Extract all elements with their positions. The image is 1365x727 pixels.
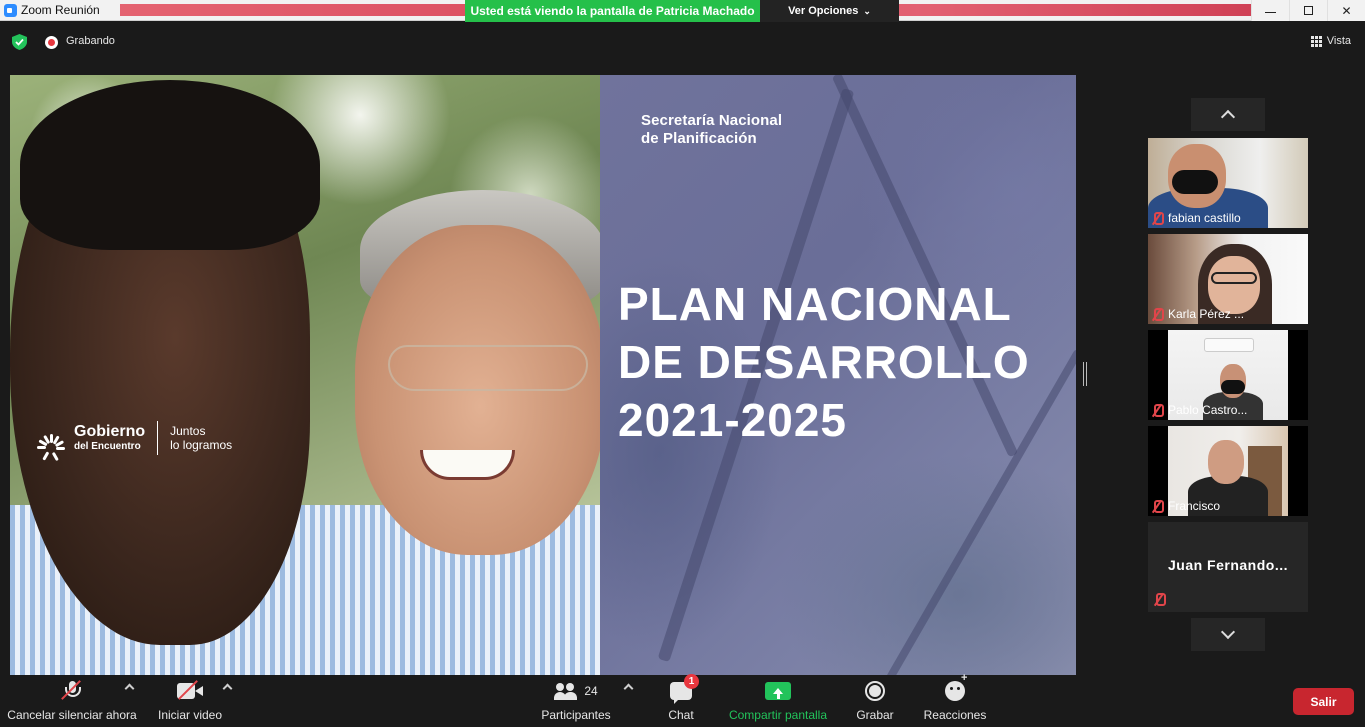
- recording-label: Grabando: [66, 35, 115, 47]
- logo-sub-text: del Encuentro: [74, 441, 141, 452]
- chevron-up-icon: [1220, 109, 1236, 125]
- participant-name: Pablo Castro...: [1168, 403, 1248, 417]
- mic-muted-icon: [1152, 499, 1164, 513]
- slide-title-line-1: PLAN NACIONAL: [618, 278, 1012, 330]
- slide-title-line-2: DE DESARROLLO: [618, 336, 1030, 388]
- logo-tagline-2: lo logramos: [170, 438, 233, 452]
- mic-muted-icon: [1154, 593, 1166, 606]
- mic-muted-icon: [1152, 307, 1164, 321]
- slide-photo: Gobierno del Encuentro Juntos lo logramo…: [10, 75, 605, 675]
- view-button[interactable]: Vista: [1310, 35, 1351, 47]
- zoom-app-icon: [4, 4, 17, 17]
- logo-divider: [157, 421, 159, 455]
- close-button[interactable]: ✕: [1327, 0, 1365, 21]
- smile: [420, 450, 515, 480]
- gobierno-logo: Gobierno del Encuentro Juntos lo logramo…: [36, 418, 233, 462]
- minimize-button[interactable]: [1251, 0, 1289, 21]
- participants-icon: [554, 682, 578, 700]
- restore-button[interactable]: [1289, 0, 1327, 21]
- zoom-meeting-window: Zoom Reunión ✕ Usted está viendo la pant…: [0, 0, 1365, 727]
- slide-title: PLAN NACIONAL DE DESARROLLO 2021-2025: [618, 275, 1030, 449]
- scroll-up-button[interactable]: [1191, 98, 1265, 131]
- minimize-icon: [1265, 12, 1276, 13]
- young-man-hair: [20, 80, 320, 250]
- logo-main-text: Gobierno: [74, 423, 146, 440]
- share-screen-button[interactable]: Compartir pantalla: [724, 676, 832, 727]
- record-label: Grabar: [856, 708, 894, 722]
- chat-unread-badge: 1: [684, 674, 699, 689]
- record-button[interactable]: Grabar: [850, 676, 900, 727]
- participants-options-caret-icon[interactable]: [623, 683, 634, 694]
- participant-tile[interactable]: Francisco: [1148, 426, 1308, 516]
- participants-count: 24: [584, 684, 598, 698]
- participant-name: Karla Pérez ...: [1168, 307, 1245, 321]
- scroll-down-button[interactable]: [1191, 618, 1265, 651]
- window-controls: ✕: [1251, 0, 1365, 21]
- close-icon: ✕: [1341, 3, 1352, 18]
- grid-view-icon: [1310, 35, 1322, 47]
- meeting-toolbar: Cancelar silenciar ahora Iniciar video 2…: [0, 672, 1365, 727]
- participant-name: Juan Fernando...: [1167, 557, 1288, 573]
- shared-screen: Gobierno del Encuentro Juntos lo logramo…: [10, 75, 1076, 675]
- participant-tile[interactable]: Karla Pérez ...: [1148, 234, 1308, 324]
- mic-muted-icon: [1152, 403, 1164, 417]
- leave-meeting-button[interactable]: Salir: [1293, 688, 1354, 715]
- participant-name: fabian castillo: [1168, 211, 1241, 225]
- participants-button[interactable]: 24 Participantes: [538, 676, 614, 727]
- reactions-label: Reacciones: [923, 708, 987, 722]
- chevron-down-icon: [1220, 624, 1236, 640]
- window-title: Zoom Reunión: [21, 3, 100, 17]
- record-icon: [865, 681, 885, 701]
- participant-tile[interactable]: Juan Fernando...: [1148, 522, 1308, 612]
- view-options-label: Ver Opciones: [788, 5, 859, 17]
- organization-line-1: Secretaría Nacional: [641, 112, 783, 129]
- glasses: [388, 345, 588, 391]
- participant-tile[interactable]: Pablo Castro...: [1148, 330, 1308, 420]
- participant-name: Francisco: [1168, 499, 1221, 513]
- view-label: Vista: [1326, 35, 1351, 47]
- mic-muted-icon: [1152, 211, 1164, 225]
- share-screen-icon: [765, 682, 791, 700]
- logo-tagline-1: Juntos: [170, 423, 206, 438]
- smiley-plus-icon: [945, 672, 967, 701]
- start-video-label: Iniciar video: [157, 708, 223, 722]
- unmute-label: Cancelar silenciar ahora: [7, 708, 137, 722]
- slide-title-line-3: 2021-2025: [618, 394, 847, 446]
- chevron-down-icon: ⌄: [863, 5, 871, 16]
- reactions-button[interactable]: Reacciones: [920, 672, 990, 727]
- panel-resize-handle[interactable]: [1083, 362, 1087, 386]
- slide-title-panel: Secretaría Nacional de Planificación PLA…: [600, 75, 1076, 675]
- view-options-button[interactable]: Ver Opciones ⌄: [760, 0, 899, 22]
- organization-line-2: de Planificación: [641, 130, 757, 147]
- restore-icon: [1304, 6, 1313, 15]
- unmute-button[interactable]: Cancelar silenciar ahora: [4, 676, 140, 727]
- sun-logo-icon: [36, 418, 66, 462]
- recording-icon: [45, 36, 58, 49]
- participant-tile[interactable]: fabian castillo: [1148, 138, 1308, 228]
- chat-button[interactable]: 1 Chat: [656, 674, 706, 727]
- share-screen-label: Compartir pantalla: [728, 708, 828, 722]
- chat-label: Chat: [668, 708, 694, 722]
- start-video-button[interactable]: Iniciar video: [152, 676, 228, 727]
- participants-label: Participantes: [541, 708, 611, 722]
- security-shield-icon[interactable]: [12, 34, 27, 50]
- screen-share-banner: Usted está viendo la pantalla de Patrici…: [465, 0, 760, 22]
- organization-name: Secretaría Nacional de Planificación: [641, 112, 782, 148]
